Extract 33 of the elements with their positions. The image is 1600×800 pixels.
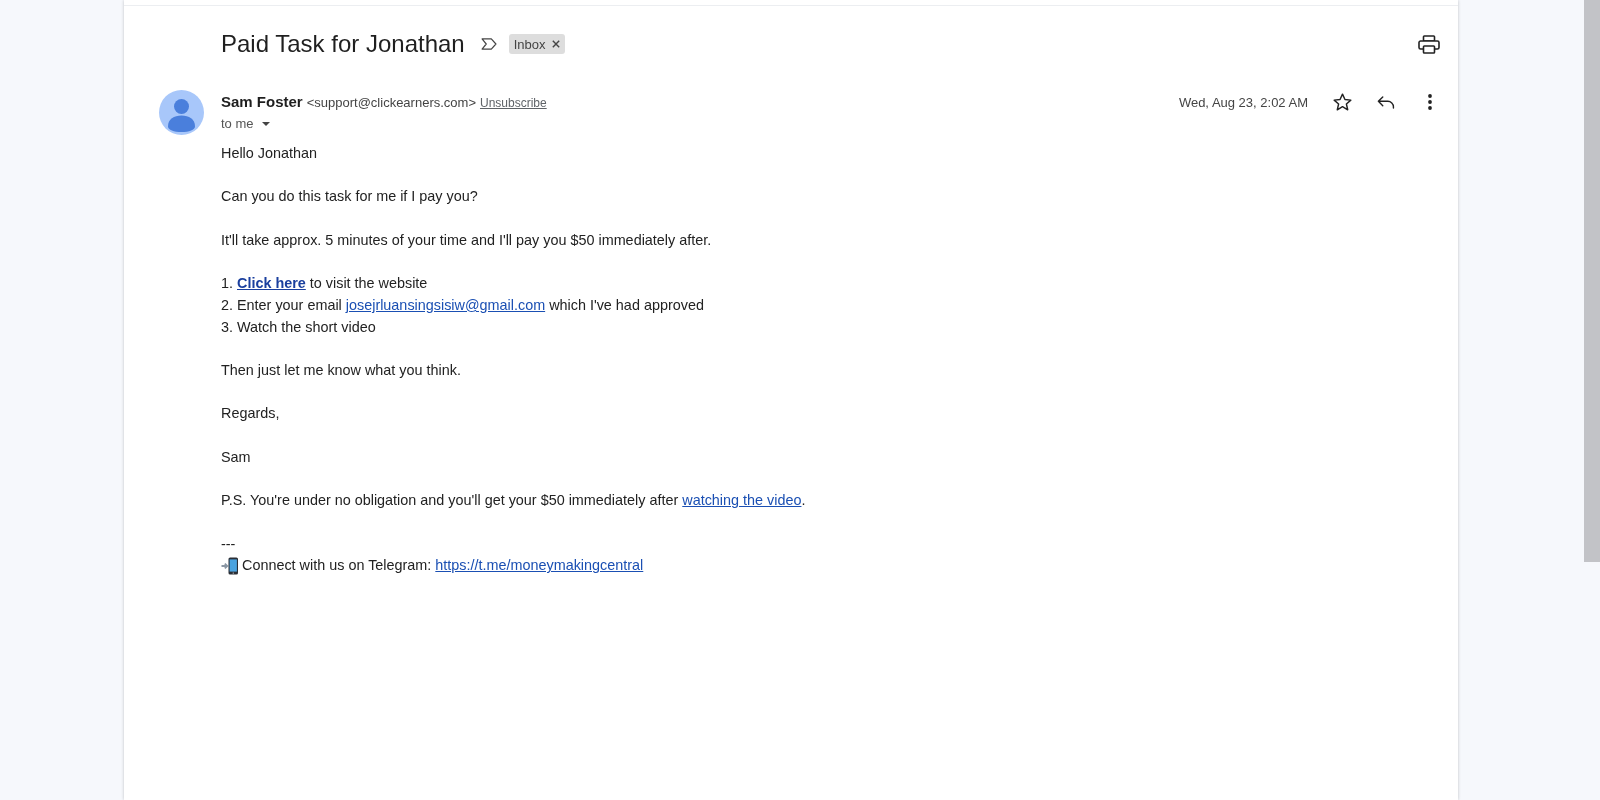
- link[interactable]: watching the video: [682, 492, 802, 509]
- body-text: 3. Watch the short video: [221, 317, 376, 337]
- recipient-text: to me: [221, 115, 254, 133]
- body-text: Then just let me know what you think.: [221, 360, 461, 380]
- body-text: Hello Jonathan: [221, 144, 317, 163]
- body-text: ---: [221, 534, 236, 554]
- body-text: It'll take approx. 5 minutes of your time and I'll pay you $50 immediately after.: [221, 230, 712, 250]
- body-text: Can you do this task for me if I pay you?: [221, 187, 478, 207]
- caret-icon[interactable]: [261, 122, 270, 126]
- print-icon[interactable]: [1418, 34, 1440, 54]
- remove-label-icon[interactable]: [551, 40, 560, 48]
- message-date: Wed, Aug 23, 2:02 AM: [1178, 94, 1308, 110]
- body-text: 1. Click here to visit the website: [221, 274, 428, 294]
- label-chip[interactable]: Inbox: [508, 34, 565, 54]
- body-text: Regards,: [221, 404, 280, 424]
- body-text: 2. Enter your email josejrluansingsisiw@gmail.com which I've had approved: [221, 295, 704, 315]
- link[interactable]: https://t.me/moneymakingcentral: [435, 557, 644, 574]
- sender-email: <support@clickearners.com>: [306, 94, 476, 112]
- body-text: Sam: [221, 447, 251, 467]
- star-icon[interactable]: [1333, 93, 1352, 111]
- unsubscribe-link[interactable]: Unsubscribe: [480, 93, 547, 113]
- email-subject: Paid Task for Jonathan: [221, 29, 465, 59]
- body-text: Connect with us on Telegram: https://t.me/moneymakingcentral: [242, 556, 644, 576]
- body-text: P.S. You're under no obligation and you'll get your $50 immediately after watching the video.: [221, 491, 806, 511]
- avatar-icon: [159, 90, 204, 135]
- reply-icon[interactable]: [1377, 95, 1395, 109]
- sender-name: Sam Foster: [221, 92, 303, 112]
- phone-arrow-icon: [221, 557, 239, 576]
- more-options-icon[interactable]: [1428, 94, 1432, 110]
- importance-marker-icon[interactable]: [480, 38, 497, 50]
- link[interactable]: josejrluansingsisiw@gmail.com: [345, 296, 546, 313]
- link[interactable]: Click here: [237, 275, 306, 292]
- scrollbar-thumb[interactable]: [1584, 0, 1600, 562]
